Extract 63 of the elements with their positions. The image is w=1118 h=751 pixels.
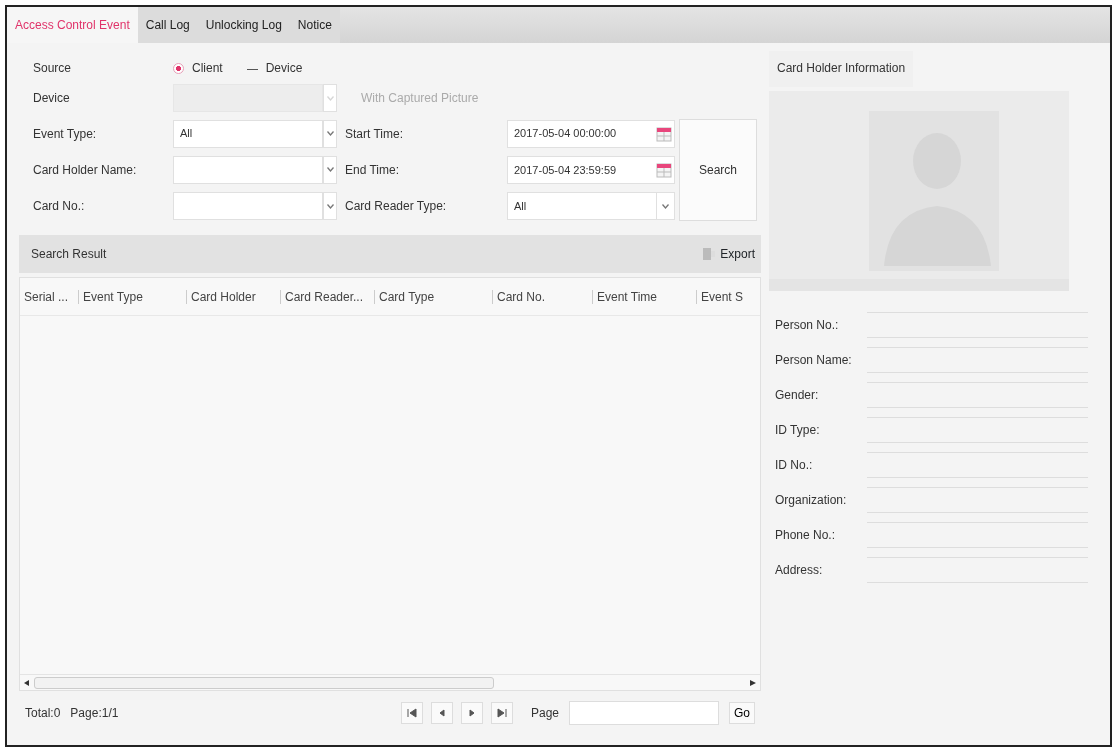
first-page-icon: [406, 708, 417, 718]
tab[interactable]: Access Control Event: [7, 7, 138, 43]
select-field[interactable]: All: [507, 192, 675, 221]
calendar-icon[interactable]: [656, 162, 672, 178]
next-page-icon: [466, 708, 477, 718]
field-label: ID Type:: [774, 421, 821, 439]
previous-page-button[interactable]: [430, 702, 453, 724]
field-label: Source: [33, 60, 73, 77]
field-label: ID No.:: [774, 456, 814, 474]
field-label: Address:: [774, 561, 824, 579]
tab[interactable]: Notice: [289, 7, 340, 43]
next-page-button[interactable]: [460, 702, 483, 724]
page-label: Page: [530, 705, 559, 722]
caret-icon: [326, 95, 334, 101]
datetime-field[interactable]: 2017-05-04 00:00:00: [507, 119, 675, 148]
scroll-right-icon[interactable]: [750, 679, 756, 686]
field-label: Person No.:: [774, 316, 840, 334]
field-label: Card Reader Type:: [344, 198, 448, 216]
column-header[interactable]: Card No.: [492, 289, 592, 304]
caret-icon: [662, 203, 669, 209]
page-info: Page:1/1: [70, 705, 119, 722]
column-header[interactable]: Serial ...: [20, 289, 78, 304]
panel-title: Card Holder Information: [769, 51, 914, 87]
field-label: Event Type:: [33, 125, 98, 143]
tab[interactable]: Unlocking Log: [197, 7, 290, 43]
field-label: Phone No.:: [774, 526, 837, 544]
tab[interactable]: Call Log: [137, 7, 198, 43]
calendar-icon[interactable]: [656, 125, 672, 142]
event-type-select[interactable]: All: [173, 119, 323, 148]
field-label: Card Holder Name:: [33, 162, 138, 179]
option-label: With Captured Picture: [360, 90, 480, 107]
field-label: Card No.:: [33, 198, 86, 216]
column-header[interactable]: Event Time: [592, 289, 696, 304]
results-title: Search Result: [31, 246, 107, 263]
radio-option[interactable]: Client: [173, 59, 223, 77]
page-input[interactable]: [569, 701, 719, 725]
radio-option[interactable]: Device: [246, 59, 303, 77]
caret-icon: [326, 167, 334, 173]
total-count: Total:0: [25, 705, 61, 722]
select-field[interactable]: [173, 192, 323, 221]
caret-icon: [326, 131, 334, 137]
column-header[interactable]: Event S: [696, 289, 760, 304]
caret-icon: [326, 203, 334, 209]
export-button[interactable]: Export: [702, 245, 755, 263]
scrollbar-thumb[interactable]: [34, 676, 494, 689]
field-label: Start Time:: [344, 125, 404, 143]
last-page-button[interactable]: [490, 702, 513, 724]
column-header[interactable]: Card Holder: [186, 289, 280, 304]
last-page-icon: [496, 708, 507, 718]
select-field[interactable]: [173, 156, 323, 184]
scroll-left-icon[interactable]: [24, 679, 30, 686]
column-header[interactable]: Card Reader...: [280, 289, 374, 304]
column-header[interactable]: Card Type: [374, 289, 492, 304]
field-label: Organization:: [774, 491, 848, 509]
search-button[interactable]: Search: [679, 119, 757, 221]
datetime-field[interactable]: 2017-05-04 23:59:59: [507, 156, 675, 184]
first-page-button[interactable]: [400, 702, 423, 724]
field-label: End Time:: [344, 162, 401, 179]
field-label: Gender:: [774, 386, 820, 404]
field-label: Person Name:: [774, 351, 853, 369]
field-label: Device: [33, 90, 71, 107]
go-button[interactable]: Go: [729, 702, 755, 724]
column-header[interactable]: Event Type: [78, 289, 186, 304]
